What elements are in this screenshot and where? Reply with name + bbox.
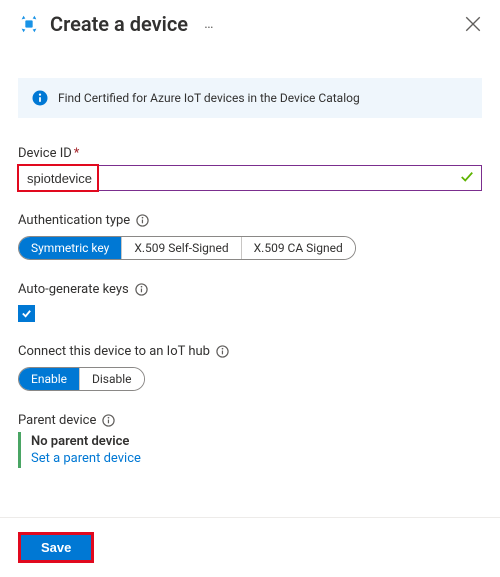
connect-option-enable[interactable]: Enable — [19, 368, 79, 390]
info-icon — [32, 90, 48, 106]
close-button[interactable] — [464, 15, 482, 33]
hint-icon[interactable] — [102, 414, 115, 427]
required-mark: * — [74, 146, 80, 161]
panel-footer: Save — [0, 517, 500, 577]
device-id-input[interactable] — [18, 165, 482, 191]
connect-option-disable[interactable]: Disable — [79, 368, 144, 390]
auth-type-label: Authentication type — [18, 213, 482, 228]
panel-title: Create a device — [50, 12, 188, 36]
auth-type-segmented: Symmetric key X.509 Self-Signed X.509 CA… — [18, 236, 356, 260]
save-button[interactable]: Save — [21, 535, 91, 560]
info-banner: Find Certified for Azure IoT devices in … — [18, 78, 482, 118]
parent-device-label: Parent device — [18, 413, 482, 428]
parent-device-block: No parent device Set a parent device — [18, 432, 482, 468]
connect-hub-segmented: Enable Disable — [18, 367, 145, 391]
auth-option-casigned[interactable]: X.509 CA Signed — [241, 237, 355, 259]
hint-icon[interactable] — [135, 283, 148, 296]
connect-hub-label: Connect this device to an IoT hub — [18, 344, 482, 359]
auth-option-selfsigned[interactable]: X.509 Self-Signed — [121, 237, 240, 259]
auth-option-symmetric[interactable]: Symmetric key — [19, 237, 121, 259]
more-button[interactable]: … — [204, 16, 214, 32]
device-icon — [18, 13, 40, 35]
autogen-label: Auto-generate keys — [18, 282, 482, 297]
autogen-checkbox[interactable] — [18, 305, 35, 322]
panel-header: Create a device … — [0, 0, 500, 42]
info-banner-text: Find Certified for Azure IoT devices in … — [58, 91, 360, 105]
set-parent-link[interactable]: Set a parent device — [31, 451, 482, 466]
check-icon — [460, 170, 474, 184]
parent-device-status: No parent device — [31, 434, 482, 449]
device-id-label: Device ID * — [18, 146, 482, 161]
hint-icon[interactable] — [136, 214, 149, 227]
highlight-box: Save — [18, 532, 94, 563]
hint-icon[interactable] — [216, 345, 229, 358]
panel-content: Find Certified for Azure IoT devices in … — [0, 42, 500, 468]
